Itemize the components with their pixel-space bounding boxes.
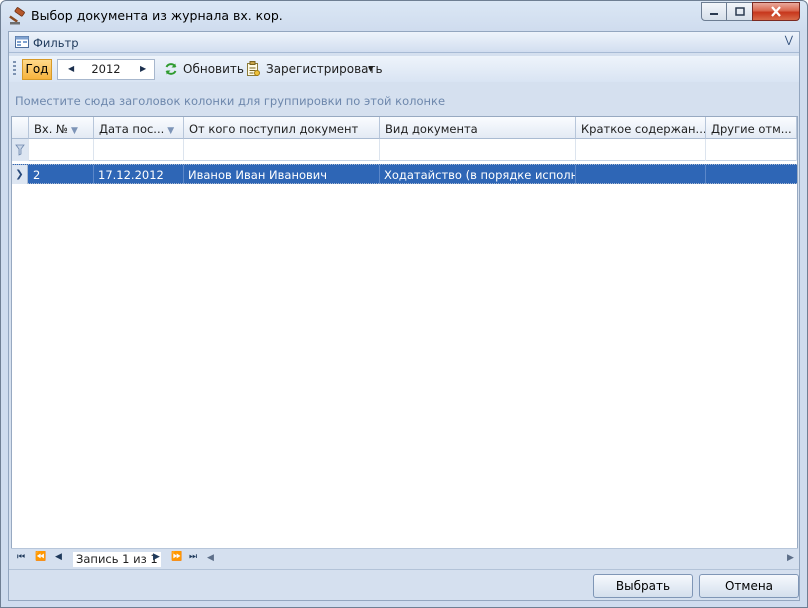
funnel-icon	[15, 144, 25, 156]
cell-other[interactable]	[706, 165, 797, 184]
next-year-icon[interactable]: ▶	[140, 64, 146, 73]
scroll-right-icon[interactable]: ▶	[787, 553, 794, 563]
column-header-summary[interactable]: Краткое содержан...	[576, 117, 706, 139]
table-row[interactable]: ❯ 2 17.12.2012 Иванов Иван Иванович Хода…	[12, 164, 797, 184]
chevron-double-down-icon[interactable]: ⋁	[785, 36, 793, 46]
column-header-label: От кого поступил документ	[189, 122, 359, 136]
toolbar: Год ◀ 2012 ▶ Обновить Зарегистрировать ▼	[9, 56, 799, 82]
cell-summary[interactable]	[576, 165, 706, 184]
row-indicator-icon: ❯	[12, 165, 28, 184]
header-indicator	[12, 117, 29, 139]
column-header-label: Другие отм...	[711, 122, 792, 136]
prev-record-icon[interactable]: ◀	[55, 553, 62, 562]
sort-arrow-icon: ▼	[70, 126, 78, 136]
column-header-number[interactable]: Вх. № ▼	[29, 117, 94, 139]
group-by-panel[interactable]: Поместите сюда заголовок колонки для гру…	[9, 86, 799, 117]
maximize-icon	[734, 7, 745, 16]
record-counter: Запись 1 из 1	[73, 552, 161, 567]
auto-filter-cell[interactable]	[576, 139, 706, 161]
year-navigator: ◀ 2012 ▶	[57, 59, 155, 80]
documents-grid: Вх. № ▼ Дата пос... ▼ От кого поступил док…	[11, 116, 798, 566]
chevron-down-icon[interactable]: ▼	[368, 65, 373, 73]
auto-filter-indicator[interactable]	[12, 139, 29, 161]
column-header-from[interactable]: От кого поступил документ	[184, 117, 380, 139]
column-header-date[interactable]: Дата пос... ▼	[94, 117, 184, 139]
filter-panel-icon	[15, 36, 29, 48]
column-header-label: Краткое содержан...	[581, 122, 706, 136]
column-header-label: Вх. №	[34, 122, 68, 136]
column-header-other[interactable]: Другие отм...	[706, 117, 797, 139]
register-document-icon[interactable]	[246, 61, 260, 77]
column-header-label: Вид документа	[385, 122, 478, 136]
first-record-icon[interactable]: ⏮	[17, 553, 25, 562]
cell-from[interactable]: Иванов Иван Иванович	[184, 165, 380, 184]
scroll-left-icon[interactable]: ◀	[207, 553, 214, 563]
register-button[interactable]: Зарегистрировать	[266, 62, 383, 76]
auto-filter-cell[interactable]	[94, 139, 184, 161]
maximize-button[interactable]	[726, 2, 753, 21]
client-area: Фильтр ⋁ Год ◀ 2012 ▶ Обновить Зарегистр…	[8, 31, 800, 601]
cell-date[interactable]: 17.12.2012	[94, 165, 184, 184]
prev-page-icon[interactable]: ⏪	[35, 553, 46, 562]
auto-filter-row	[12, 139, 797, 161]
gavel-icon	[9, 7, 25, 25]
record-navigator: ⏮ ⏪ ◀ Запись 1 из 1 ▶ ⏩ ⏭ ◀ ▶	[11, 548, 798, 568]
next-record-icon[interactable]: ▶	[153, 553, 160, 562]
sort-arrow-icon: ▼	[167, 126, 175, 136]
cell-number[interactable]: 2	[29, 165, 94, 184]
filter-panel-header[interactable]: Фильтр ⋁	[9, 32, 799, 53]
dialog-window: Выбор документа из журнала вх. кор. Филь…	[0, 0, 808, 608]
column-header-label: Дата пос...	[99, 122, 165, 136]
column-header-doc-type[interactable]: Вид документа	[380, 117, 576, 139]
refresh-button[interactable]: Обновить	[183, 62, 244, 76]
cancel-button[interactable]: Отмена	[699, 574, 799, 598]
title-bar[interactable]: Выбор документа из журнала вх. кор.	[1, 1, 807, 31]
next-page-icon[interactable]: ⏩	[171, 553, 182, 562]
select-button[interactable]: Выбрать	[593, 574, 693, 598]
group-panel-hint: Поместите сюда заголовок колонки для гру…	[15, 94, 446, 108]
auto-filter-cell[interactable]	[380, 139, 576, 161]
filter-label: Фильтр	[33, 36, 79, 50]
year-button[interactable]: Год	[22, 59, 52, 80]
close-icon	[771, 6, 781, 17]
close-button[interactable]	[752, 2, 800, 21]
minimize-icon	[710, 12, 718, 15]
window-title: Выбор документа из журнала вх. кор.	[31, 8, 283, 23]
minimize-button[interactable]	[701, 2, 727, 21]
refresh-icon[interactable]	[164, 62, 178, 76]
cell-doc-type[interactable]: Ходатайство (в порядке исполнен...	[380, 165, 576, 184]
last-record-icon[interactable]: ⏭	[189, 553, 197, 562]
auto-filter-cell[interactable]	[29, 139, 94, 161]
auto-filter-cell[interactable]	[706, 139, 797, 161]
toolbar-grip[interactable]	[13, 61, 16, 77]
dialog-buttons-panel: Выбрать Отмена	[9, 569, 799, 600]
auto-filter-cell[interactable]	[184, 139, 380, 161]
